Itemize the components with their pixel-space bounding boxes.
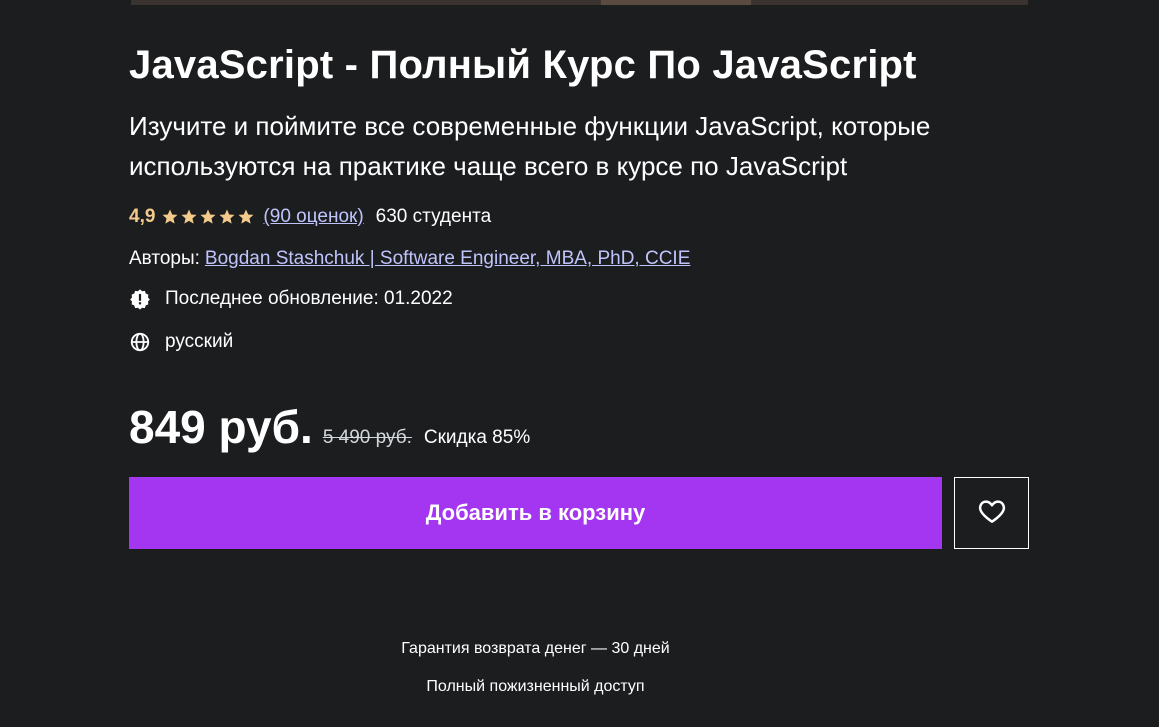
star-icon: [161, 208, 179, 226]
actions-row: Добавить в корзину: [129, 477, 1029, 549]
rating-value: 4,9: [129, 206, 156, 227]
heart-icon: [977, 496, 1007, 531]
star-icon: [180, 208, 198, 226]
wishlist-button[interactable]: [954, 477, 1029, 549]
money-back-guarantee: Гарантия возврата денег — 30 дней: [401, 640, 670, 657]
language-row: русский: [129, 327, 1029, 357]
original-price: 5 490 руб.: [322, 427, 412, 448]
lifetime-access: Полный пожизненный доступ: [426, 678, 645, 695]
last-updated-row: Последнее обновление: 01.2022: [129, 284, 1029, 314]
rating-row: 4,9 (90 оценок) 630 студента: [129, 202, 1029, 232]
discount-label: Скидка 85%: [423, 427, 531, 448]
authors-label: Авторы:: [129, 248, 200, 269]
last-updated-text: Последнее обновление: 01.2022: [165, 288, 453, 309]
author-link[interactable]: Bogdan Stashchuk | Software Engineer, MB…: [205, 248, 690, 270]
add-to-cart-button[interactable]: Добавить в корзину: [129, 477, 942, 549]
price-row: 849 руб. 5 490 руб. Скидка 85%: [129, 400, 1029, 460]
preview-image-detail: [601, 0, 751, 5]
star-icon: [199, 208, 217, 226]
course-header: JavaScript - Полный Курс По JavaScript И…: [129, 38, 1029, 695]
star-icon: [237, 208, 255, 226]
alert-badge-icon: [129, 288, 151, 310]
course-preview-image[interactable]: [131, 0, 1028, 5]
language-text: русский: [165, 331, 234, 352]
students-count: 630 студента: [375, 206, 492, 227]
course-title: JavaScript - Полный Курс По JavaScript: [129, 43, 917, 87]
course-landing-page: JavaScript - Полный Курс По JavaScript И…: [0, 0, 1159, 727]
authors-row: Авторы: Bogdan Stashchuk | Software Engi…: [129, 244, 1029, 274]
ratings-count-link[interactable]: (90 оценок): [263, 206, 363, 228]
globe-icon: [129, 331, 151, 353]
course-subtitle: Изучите и поймите все современные функци…: [129, 111, 931, 181]
star-icon: [218, 208, 236, 226]
star-rating: [161, 208, 255, 226]
current-price: 849 руб.: [129, 401, 313, 453]
